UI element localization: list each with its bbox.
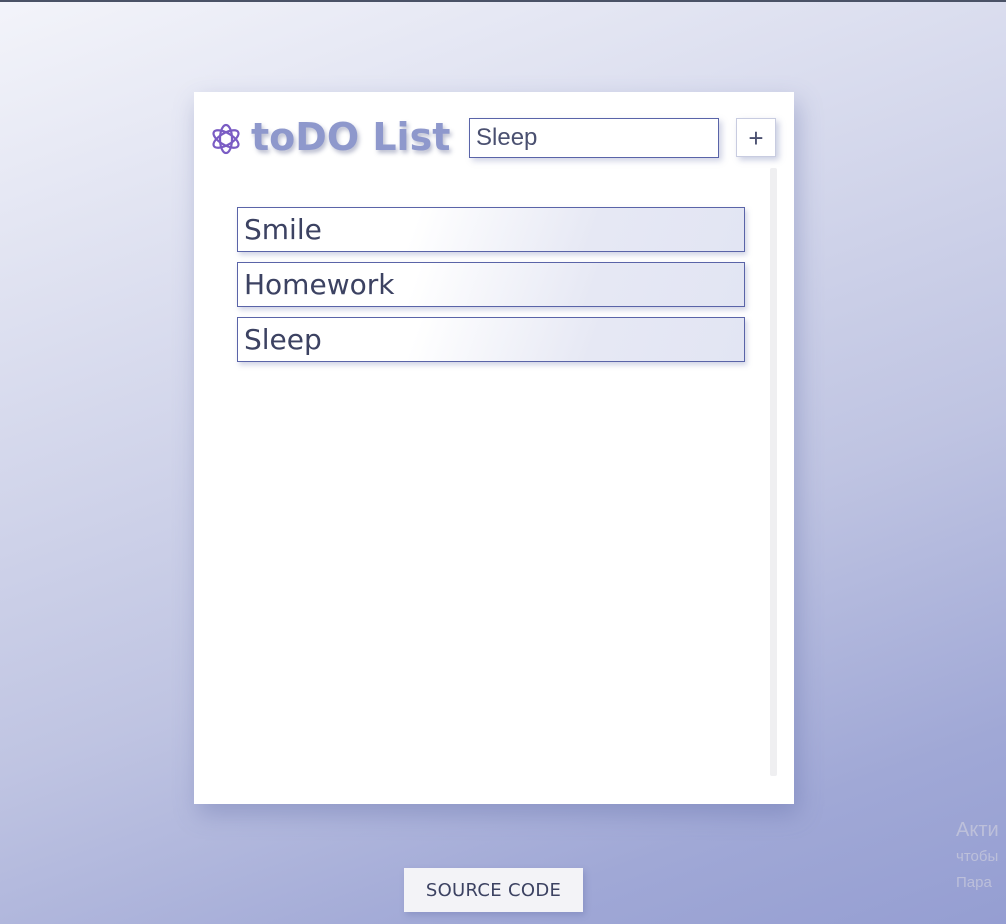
os-activation-watermark: Акти чтобы Пара xyxy=(956,816,1006,896)
todo-list: Smile Homework Sleep xyxy=(237,207,745,372)
window-top-border xyxy=(0,0,1006,2)
watermark-line: Пара xyxy=(956,874,992,891)
new-task-input[interactable] xyxy=(469,118,719,158)
todo-item[interactable]: Sleep xyxy=(237,317,745,362)
app-title: toDO List xyxy=(251,115,451,159)
todo-item[interactable]: Smile xyxy=(237,207,745,252)
add-task-button[interactable]: + xyxy=(736,118,776,157)
watermark-title: Акти xyxy=(956,819,999,841)
todo-card: toDO List + Smile Homework Sleep xyxy=(194,92,794,804)
watermark-line: чтобы xyxy=(956,848,999,865)
list-scrollbar[interactable] xyxy=(770,168,777,776)
source-code-button[interactable]: SOURCE CODE xyxy=(404,868,583,912)
react-logo-icon xyxy=(210,122,242,156)
todo-item[interactable]: Homework xyxy=(237,262,745,307)
